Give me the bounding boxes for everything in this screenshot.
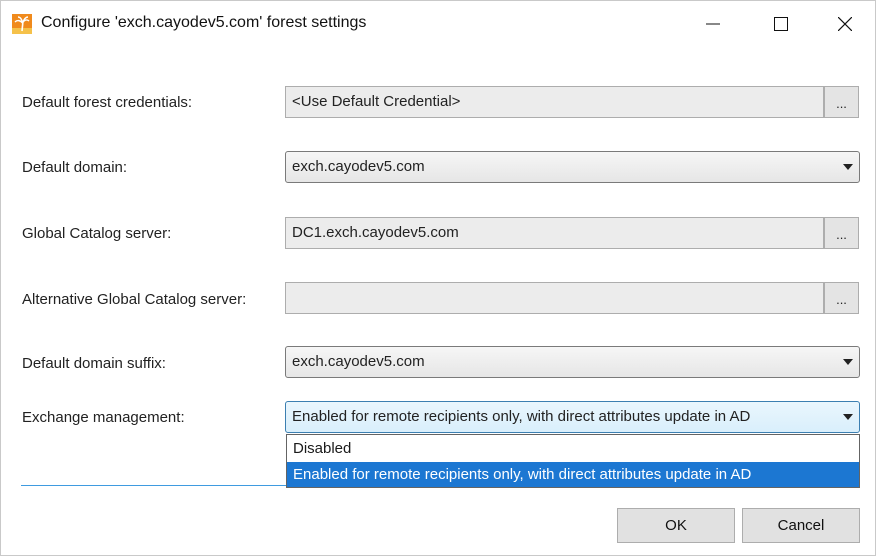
exchange-mgmt-label: Exchange management:	[22, 409, 185, 426]
domain-select[interactable]: exch.cayodev5.com	[285, 151, 860, 183]
close-button[interactable]	[811, 1, 876, 47]
dropdown-option-enabled-remote[interactable]: Enabled for remote recipients only, with…	[287, 462, 859, 487]
gc-server-label: Global Catalog server:	[22, 225, 172, 242]
gc-server-browse-button[interactable]: ...	[824, 217, 859, 249]
chevron-down-icon	[843, 359, 853, 365]
dropdown-option-disabled[interactable]: Disabled	[287, 436, 859, 461]
credentials-browse-button[interactable]: ...	[824, 86, 859, 118]
separator-line	[21, 485, 286, 486]
alt-gc-server-browse-button[interactable]: ...	[824, 282, 859, 314]
close-icon	[838, 17, 852, 31]
minimize-button[interactable]	[679, 1, 747, 47]
minimize-icon	[706, 23, 720, 25]
alt-gc-server-label: Alternative Global Catalog server:	[22, 291, 247, 308]
domain-suffix-select[interactable]: exch.cayodev5.com	[285, 346, 860, 378]
domain-suffix-select-value: exch.cayodev5.com	[292, 353, 425, 370]
palm-tree-icon	[12, 14, 32, 34]
maximize-button[interactable]	[747, 1, 815, 47]
domain-label: Default domain:	[22, 159, 128, 176]
chevron-down-icon	[843, 414, 853, 420]
ok-button[interactable]: OK	[617, 508, 735, 543]
domain-select-value: exch.cayodev5.com	[292, 158, 425, 175]
exchange-mgmt-select[interactable]: Enabled for remote recipients only, with…	[285, 401, 860, 433]
maximize-icon	[774, 17, 788, 31]
chevron-down-icon	[843, 164, 853, 170]
title-bar[interactable]: Configure 'exch.cayodev5.com' forest set…	[1, 1, 875, 47]
window-title: Configure 'exch.cayodev5.com' forest set…	[41, 14, 367, 31]
exchange-mgmt-dropdown-list[interactable]: Disabled Enabled for remote recipients o…	[286, 434, 860, 488]
credentials-field[interactable]: <Use Default Credential>	[285, 86, 824, 118]
cancel-button[interactable]: Cancel	[742, 508, 860, 543]
exchange-mgmt-select-value: Enabled for remote recipients only, with…	[292, 408, 751, 425]
credentials-label: Default forest credentials:	[22, 94, 193, 111]
gc-server-field[interactable]: DC1.exch.cayodev5.com	[285, 217, 824, 249]
dialog-window: Configure 'exch.cayodev5.com' forest set…	[0, 0, 876, 556]
alt-gc-server-field[interactable]	[285, 282, 824, 314]
domain-suffix-label: Default domain suffix:	[22, 355, 166, 372]
